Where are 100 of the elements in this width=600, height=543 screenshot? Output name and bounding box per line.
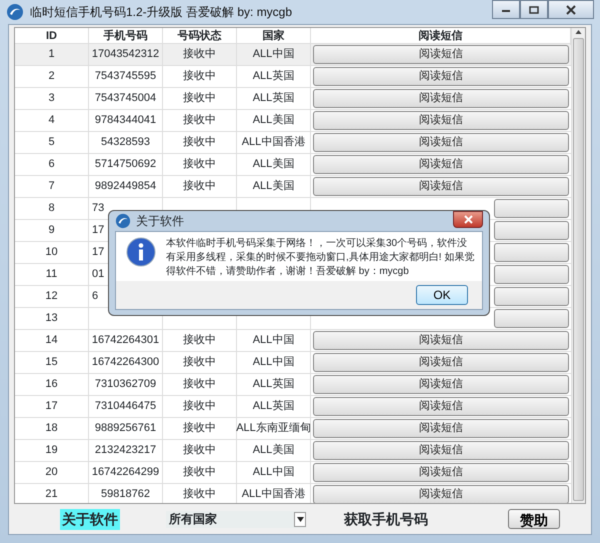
table-cell-text: 9889256761 [94,421,156,436]
table-cell-text: 16 [45,377,58,392]
read-sms-button[interactable]: 阅读短信 [313,463,569,482]
table-cell-text: 01 [92,267,104,282]
table-cell-text: ALL中国香港 [242,134,306,150]
table-cell-text: 2132423217 [94,443,156,458]
read-sms-button[interactable]: 阅读短信 [313,485,569,503]
table-cell-text: ALL东南亚缅甸 [236,420,311,436]
caret-icon [296,516,304,522]
read-sms-button[interactable] [494,265,569,284]
table-cell-text: 14 [45,333,58,348]
table-cell-text: 8 [48,201,55,216]
minimize-button[interactable] [492,0,520,19]
donate-button[interactable]: 赞助 [508,509,560,529]
table-cell-text: 7310362709 [94,377,156,392]
read-sms-button[interactable]: 阅读短信 [313,441,569,460]
table-cell-text: ALL美国 [252,112,294,128]
read-sms-button[interactable]: 阅读短信 [313,111,569,130]
table-cell-text: 9 [48,223,55,238]
read-sms-button[interactable]: 阅读短信 [313,419,569,438]
table-cell-text: 54328593 [101,135,150,150]
read-sms-button[interactable] [494,199,569,218]
read-sms-button[interactable]: 阅读短信 [313,397,569,416]
read-sms-button[interactable]: 阅读短信 [313,177,569,196]
dialog-title: 关于软件 [136,213,184,230]
table-cell-text: 16742264299 [92,465,160,480]
table-cell-text: 接收中 [183,46,216,62]
close-icon [566,4,576,14]
table-cell-text: 20 [45,465,58,480]
table-cell-text: 9784344041 [94,113,156,128]
table-cell-text: 7543745004 [94,91,156,106]
table-cell-text: 接收中 [183,156,216,172]
table-cell-text: 16742264301 [92,333,160,348]
country-dropdown[interactable]: 所有国家 [166,510,306,528]
table-cell-text: 接收中 [183,178,216,194]
vertical-scrollbar[interactable] [571,28,585,503]
table-cell-text: ALL中国 [252,47,294,62]
table-cell-text: 接收中 [183,90,216,106]
table-cell-text: 21 [45,487,58,502]
table-cell-text: 3 [48,91,55,106]
close-icon [464,215,472,224]
read-sms-button[interactable]: 阅读短信 [313,67,569,86]
read-sms-button[interactable] [494,243,569,262]
table-cell-text: 7543745595 [94,69,156,84]
table-cell-text: 7 [48,179,55,194]
table-cell-text: 17043542312 [92,47,160,62]
table-cell-text: 4 [48,113,55,128]
app-logo-icon [115,213,131,229]
ok-button[interactable]: OK [416,285,468,305]
table-cell-text: 15 [45,355,58,370]
table-cell-text: ALL英国 [252,399,294,414]
selected-row[interactable]: 1 17043542312 接收中 ALL中国 阅读短信 [15,44,571,66]
up-arrow-icon[interactable] [575,28,582,36]
table-cell-text: ALL中国 [252,465,294,480]
table-cell-text: 12 [45,289,58,304]
read-sms-button[interactable]: 阅读短信 [313,331,569,350]
table-cell-text: 11 [46,267,58,282]
about-link[interactable]: 关于软件 [60,508,120,530]
read-sms-button[interactable]: 阅读短信 [313,133,569,152]
table-cell-text: 19 [45,443,58,458]
table-cell-text: 17 [92,223,104,238]
read-sms-button[interactable] [494,287,569,306]
table-cell-text: 18 [45,421,58,436]
info-icon [126,237,156,267]
table-cell-text: 6 [48,157,55,172]
table-cell-text: ALL中国香港 [242,486,306,502]
table-cell-text: 接收中 [183,68,216,84]
read-sms-button[interactable] [494,309,569,328]
table-cell-text: 接收中 [183,354,216,370]
table-cell-text: ALL美国 [252,156,294,172]
table-cell-text: 10 [45,245,58,260]
table-cell-text: 73 [92,201,104,216]
table-cell-text: ALL英国 [252,69,294,84]
close-button[interactable] [453,211,483,228]
table-cell-text: 6 [92,289,98,304]
table-cell-text: ALL中国 [252,355,294,370]
table-cell-text: 59818762 [101,487,150,502]
fetch-numbers-label: 获取手机号码 [344,510,428,528]
table-cell-text: 2 [48,69,55,84]
close-button[interactable] [548,0,594,19]
read-sms-button[interactable]: 阅读短信 [313,89,569,108]
table-cell-text: ALL英国 [252,377,294,392]
read-sms-button[interactable]: 阅读短信 [313,155,569,174]
table-cell-text: ALL英国 [252,91,294,106]
table-cell-text: 5714750692 [94,157,156,172]
table-cell-text: 接收中 [183,112,216,128]
maximize-button[interactable] [520,0,548,19]
read-sms-button[interactable]: 阅读短信 [313,353,569,372]
table-cell-text: 1 [48,47,55,62]
table-cell-text: 接收中 [183,134,216,150]
window-title: 临时短信手机号码1.2-升级版 吾爱破解 by: mycgb [30,4,292,21]
read-sms-button[interactable]: 阅读短信 [313,375,569,394]
table-cell-text: 5 [48,135,55,150]
table-cell-text: 17 [92,245,104,260]
table-cell-text: 接收中 [183,420,216,436]
read-sms-button[interactable]: 阅读短信 [313,45,569,64]
read-sms-button[interactable] [494,221,569,240]
dialog-message: 本软件临时手机号码采集于网络！，一次可以采集30个号码，软件没有采用多线程，采集的时候不要拖动窗口,具体用途大家都明白! 如果觉得软件不错，请赞助作者，谢谢！吾爱破解 by：mycgb [166,237,476,279]
table-cell-text: 接收中 [183,398,216,414]
table-cell-text: 接收中 [183,486,216,502]
